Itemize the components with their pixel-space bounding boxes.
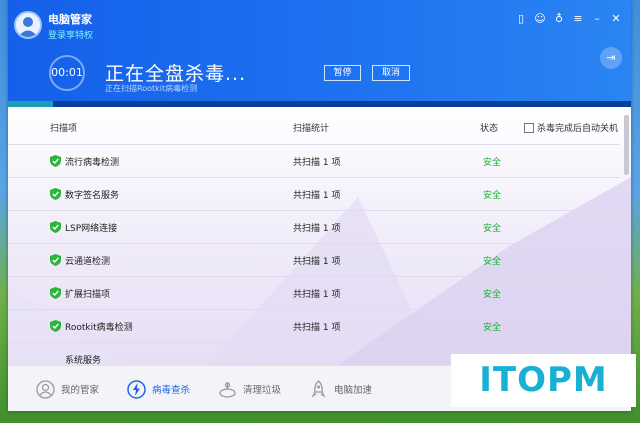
nav-item-cleanup[interactable]: 清理垃圾: [218, 380, 281, 399]
cleanup-icon: [218, 380, 237, 399]
nav-item-label: 电脑加速: [334, 385, 373, 396]
app-title: 电脑管家: [48, 13, 92, 26]
table-row: LSP网络连接 共扫描 1 项 安全: [8, 210, 620, 243]
table-row: 数字签名服务 共扫描 1 项 安全: [8, 177, 620, 210]
scan-timer: 00:01: [49, 55, 85, 91]
scan-item-name: LSP网络连接: [65, 224, 118, 234]
scan-item-name: 数字签名服务: [65, 191, 120, 201]
user-avatar-icon: [16, 13, 40, 37]
nav-item-label: 病毒查杀: [152, 385, 191, 396]
scan-item-name: Rootkit病毒检测: [65, 323, 133, 333]
scan-item-status: 安全: [483, 290, 502, 300]
table-row: 扩展扫描项 共扫描 1 项 安全: [8, 276, 620, 309]
scan-item-stats: 共扫描 1 项: [293, 290, 341, 300]
login-vip-link[interactable]: 登录享特权: [48, 28, 93, 41]
rocket-icon: [309, 379, 328, 399]
table-row: Rootkit病毒检测 共扫描 1 项 安全: [8, 309, 620, 342]
scan-item-name: 流行病毒检测: [65, 158, 120, 168]
table-row: 流行病毒检测 共扫描 1 项 安全: [8, 144, 620, 177]
auto-shutdown-checkbox[interactable]: 杀毒完成后自动关机: [523, 121, 618, 134]
header: 电脑管家 登录享特权 ▯ ☺ ♁ ≡ – ✕ 00:01 正在全盘杀毒... 正…: [8, 0, 631, 107]
scan-item-stats: 共扫描 1 项: [293, 158, 341, 168]
scan-current-path: 正在扫描Rootkit病毒检测: [105, 84, 198, 93]
scan-item-status: 安全: [483, 257, 502, 267]
nav-item-lightning[interactable]: 病毒查杀: [127, 379, 191, 399]
auto-shutdown-label: 杀毒完成后自动关机: [536, 124, 618, 134]
shield-check-icon: [50, 320, 61, 332]
table-row: 云通道检测 共扫描 1 项 安全: [8, 243, 620, 276]
scan-item-name: 扩展扫描项: [65, 290, 111, 300]
lightning-icon: [127, 379, 146, 399]
scan-item-stats: 共扫描 1 项: [293, 257, 341, 267]
shield-check-icon: [50, 287, 61, 299]
shirt-icon[interactable]: ♁: [552, 12, 566, 26]
scan-item-status: 安全: [483, 224, 502, 234]
nav-item-user[interactable]: 我的管家: [36, 379, 100, 399]
minimize-icon[interactable]: –: [590, 12, 604, 26]
scan-item-status: 安全: [483, 158, 502, 168]
scan-item-list: 流行病毒检测 共扫描 1 项安全 数字签名服务 共扫描 1 项安全 LSP网络连接 共扫描…: [8, 144, 620, 365]
shield-check-icon: [50, 221, 61, 233]
header-scan-item: 扫描项: [50, 124, 78, 134]
cancel-button[interactable]: 取消: [372, 65, 410, 81]
header-scan-stats: 扫描统计: [293, 124, 330, 134]
menu-icon[interactable]: ≡: [571, 12, 585, 26]
nav-item-rocket[interactable]: 电脑加速: [309, 379, 373, 399]
phone-icon[interactable]: ▯: [514, 12, 528, 26]
pause-button[interactable]: 暂停: [324, 65, 361, 81]
nav-item-label: 我的管家: [61, 385, 100, 396]
scan-item-stats: 共扫描 1 项: [293, 323, 341, 333]
skin-icon[interactable]: ☺: [533, 12, 547, 26]
header-status: 状态: [480, 124, 499, 134]
shield-check-icon: [50, 254, 61, 266]
scan-item-name: 系统服务: [65, 356, 102, 365]
app-window: 电脑管家 登录享特权 ▯ ☺ ♁ ≡ – ✕ 00:01 正在全盘杀毒... 正…: [8, 0, 631, 411]
scan-item-name: 云通道检测: [65, 257, 111, 267]
close-icon[interactable]: ✕: [609, 12, 623, 26]
checkbox-box[interactable]: [523, 122, 534, 133]
scan-item-status: 安全: [483, 191, 502, 201]
exit-icon[interactable]: ⇥: [600, 47, 622, 69]
window-controls: ▯ ☺ ♁ ≡ – ✕: [514, 12, 623, 26]
shield-check-icon: [50, 155, 61, 167]
shield-check-icon: [50, 188, 61, 200]
user-icon: [36, 379, 55, 399]
scan-title: 正在全盘杀毒...: [105, 63, 247, 85]
scan-item-stats: 共扫描 1 项: [293, 191, 341, 201]
watermark-logo: ITOPM: [451, 354, 636, 407]
avatar[interactable]: [14, 11, 42, 39]
scan-results-panel: 扫描项 扫描统计 状态 杀毒完成后自动关机 流行病毒检测 共扫描 1 项安全 数字签…: [8, 107, 631, 365]
scan-item-stats: 共扫描 1 项: [293, 224, 341, 234]
scan-item-status: 安全: [483, 323, 502, 333]
nav-item-label: 清理垃圾: [243, 385, 282, 396]
scrollbar[interactable]: [624, 115, 629, 175]
